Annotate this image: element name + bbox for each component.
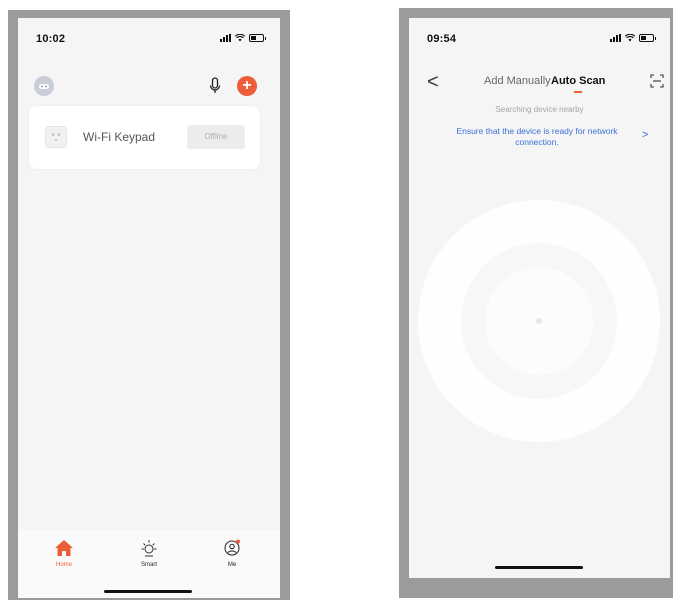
tab-home-label: Home (55, 562, 72, 568)
status-time: 10:02 (36, 33, 66, 45)
back-button[interactable]: < (427, 72, 439, 92)
battery-icon (639, 34, 656, 42)
avatar[interactable] (34, 76, 54, 96)
home-indicator (104, 590, 192, 593)
tab-me[interactable]: Me (212, 538, 252, 568)
user-icon (224, 539, 240, 556)
tab-auto-scan[interactable]: Auto Scan (551, 75, 605, 87)
status-time: 09:54 (427, 33, 457, 45)
active-tab-indicator (574, 91, 582, 93)
status-bar: 09:54 (409, 18, 670, 46)
right-phone-screen: 09:54 < Add Manually Auto Scan Searching… (409, 18, 670, 578)
battery-icon (249, 34, 266, 42)
microphone-icon[interactable] (209, 77, 221, 95)
tab-home[interactable]: Home (44, 538, 84, 568)
tab-smart-label: Smart (140, 562, 157, 568)
tab-add-manually[interactable]: Add Manually (484, 75, 551, 87)
signal-icon (610, 34, 621, 42)
plug-icon (45, 126, 67, 148)
searching-text: Searching device nearby (495, 105, 584, 114)
bottom-tab-bar: Home Smart Me (18, 530, 280, 598)
status-icons (610, 33, 656, 43)
left-phone-screen: 10:02 + Wi-Fi Keypad Offline Home Smart … (18, 18, 280, 598)
radar-center-dot (536, 318, 542, 324)
wifi-icon (235, 34, 245, 42)
device-name: Wi-Fi Keypad (83, 130, 156, 144)
status-badge: Offline (187, 125, 245, 149)
chevron-right-icon[interactable]: > (642, 129, 648, 141)
scan-icon[interactable] (650, 74, 664, 88)
wifi-icon (625, 34, 635, 42)
status-bar: 10:02 (18, 18, 280, 46)
tab-me-label: Me (227, 562, 237, 568)
home-indicator (495, 566, 583, 569)
sun-icon (141, 540, 157, 557)
home-icon (55, 540, 73, 556)
network-ready-link[interactable]: Ensure that the device is ready for netw… (439, 126, 635, 147)
tab-smart[interactable]: Smart (129, 538, 169, 568)
add-device-button[interactable]: + (237, 76, 257, 96)
status-icons (220, 33, 266, 43)
signal-icon (220, 34, 231, 42)
device-card[interactable]: Wi-Fi Keypad Offline (29, 106, 260, 169)
